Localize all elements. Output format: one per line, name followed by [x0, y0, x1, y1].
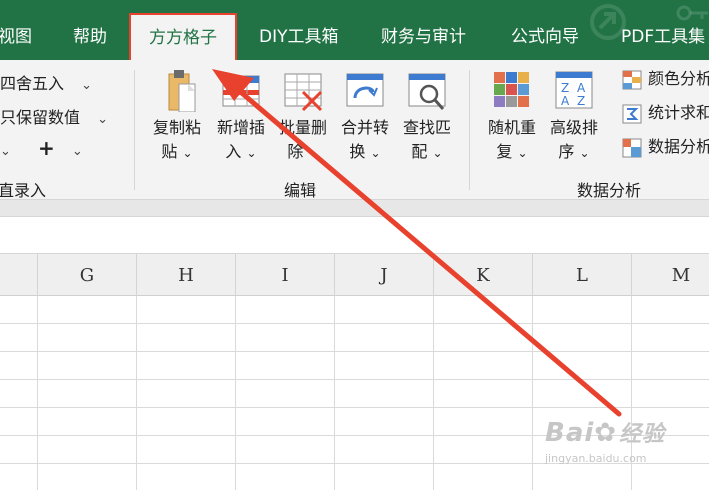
- chevron-down-icon: ⌄: [71, 144, 83, 159]
- watermark-url: jingyan.baidu.com: [545, 452, 647, 465]
- column-header-l[interactable]: L: [533, 254, 632, 296]
- group-separator: [134, 70, 135, 190]
- advanced-sort-button[interactable]: Z A A Z 高级排 序 ⌄: [543, 68, 605, 165]
- data-analysis-label: 数据分析: [648, 137, 709, 156]
- group-separator: [469, 70, 470, 190]
- group-label-data-analysis: 数据分析: [577, 181, 642, 200]
- tab-finance-audit[interactable]: 财务与审计: [381, 0, 466, 60]
- advanced-sort-label-1: 高级排: [549, 118, 598, 137]
- insert-symbol-menu[interactable]: ⌄ + ⌄: [0, 136, 83, 160]
- baidu-watermark: Bai✿经验 jingyan.baidu.com: [545, 416, 665, 465]
- chevron-down-icon: ⌄: [308, 146, 319, 160]
- advanced-sort-label-2: 序: [558, 142, 575, 161]
- watermark-logo-icon: [590, 4, 626, 40]
- ribbon-bottom-band: [0, 200, 709, 217]
- merge-convert-label-1: 合并转: [340, 118, 389, 137]
- stat-sum-icon: [622, 104, 642, 123]
- color-table-icon: [622, 70, 642, 89]
- svg-text:Z: Z: [561, 81, 569, 95]
- random-repeat-button[interactable]: 随机重 复 ⌄: [481, 68, 543, 165]
- column-header-h[interactable]: H: [137, 254, 236, 296]
- tab-formula-wizard[interactable]: 公式向导: [511, 0, 579, 60]
- chevron-down-icon: ⌄: [81, 78, 93, 93]
- chevron-down-icon: ⌄: [0, 144, 11, 159]
- ribbon-panel: 四舍五入 ⌄ 只保留数值 ⌄ ⌄ + ⌄ 直录入 复制粘 贴 ⌄ 新增插 入 ⌄: [0, 60, 709, 200]
- merge-convert-button[interactable]: 合并转 换 ⌄: [334, 68, 396, 165]
- svg-text:Z: Z: [577, 94, 585, 108]
- clipboard-icon: [168, 70, 196, 113]
- watermark-brand: Bai: [545, 418, 595, 448]
- chevron-down-icon: ⌄: [517, 146, 528, 160]
- color-analysis-label: 颜色分析: [648, 69, 709, 88]
- keep-value-menu-item[interactable]: 只保留数值 ⌄: [0, 104, 108, 128]
- watermark-brand2: 经验: [619, 422, 666, 447]
- chevron-down-icon: ⌄: [370, 146, 381, 160]
- random-grid-icon: [494, 72, 529, 107]
- random-repeat-label-2: 复: [496, 142, 513, 161]
- column-header-row: G H I J K L M: [0, 254, 709, 296]
- data-analysis-icon: [622, 138, 642, 157]
- color-analysis-item[interactable]: 颜色分析: [622, 66, 709, 92]
- round-menu-item[interactable]: 四舍五入 ⌄: [0, 70, 92, 94]
- chevron-down-icon: ⌄: [579, 146, 590, 160]
- column-header-m[interactable]: M: [632, 254, 709, 296]
- column-header-f[interactable]: [0, 254, 38, 296]
- tab-diy-toolbox[interactable]: DIY工具箱: [259, 0, 339, 60]
- column-header-j[interactable]: J: [335, 254, 434, 296]
- data-analysis-item[interactable]: 数据分析: [622, 134, 709, 160]
- insert-new-button[interactable]: 新增插 入 ⌄: [210, 68, 272, 165]
- insert-new-label-2: 入: [225, 142, 242, 161]
- random-repeat-label-1: 随机重: [487, 118, 536, 137]
- copy-paste-label-1: 复制粘: [152, 118, 201, 137]
- convert-icon: [346, 73, 384, 107]
- batch-delete-label-2: 除: [287, 142, 304, 161]
- tab-help[interactable]: 帮助: [73, 0, 107, 60]
- tab-view[interactable]: 视图: [0, 0, 32, 60]
- key-icon: [676, 5, 708, 21]
- chevron-down-icon: ⌄: [182, 146, 193, 160]
- delete-table-icon: [284, 73, 323, 112]
- magnifier-icon: [408, 73, 446, 110]
- paw-icon: ✿: [594, 418, 618, 448]
- batch-delete-label-1: 批量删: [278, 118, 327, 137]
- keep-value-label: 只保留数值: [0, 108, 81, 127]
- chevron-down-icon: ⌄: [432, 146, 443, 160]
- svg-text:A: A: [577, 81, 586, 95]
- insert-new-label-1: 新增插: [216, 118, 265, 137]
- svg-text:A: A: [561, 94, 570, 108]
- find-match-label-1: 查找匹: [402, 118, 451, 137]
- group-label-direct-input: 直录入: [0, 181, 47, 200]
- round-label: 四舍五入: [0, 74, 65, 93]
- plus-icon: +: [38, 136, 55, 160]
- formula-bar[interactable]: [0, 217, 709, 254]
- stat-sum-label: 统计求和: [648, 103, 709, 122]
- find-match-button[interactable]: 查找匹 配 ⌄: [396, 68, 458, 165]
- chevron-down-icon: ⌄: [97, 112, 109, 127]
- column-header-g[interactable]: G: [38, 254, 137, 296]
- column-header-k[interactable]: K: [434, 254, 533, 296]
- batch-delete-button[interactable]: 批量删 除 ⌄: [272, 68, 334, 165]
- chevron-down-icon: ⌄: [246, 146, 257, 160]
- merge-convert-label-2: 换: [349, 142, 366, 161]
- find-match-label-2: 配: [411, 142, 428, 161]
- insert-table-icon: [222, 75, 260, 107]
- ribbon-tab-bar: 视图 帮助 方方格子 DIY工具箱 财务与审计 公式向导 PDF工具集: [0, 0, 709, 60]
- sort-az-icon: Z A A Z: [555, 71, 593, 109]
- copy-paste-button[interactable]: 复制粘 贴 ⌄: [146, 68, 208, 165]
- group-label-edit: 编辑: [284, 181, 317, 200]
- stat-sum-item[interactable]: 统计求和: [622, 100, 709, 126]
- column-header-i[interactable]: I: [236, 254, 335, 296]
- copy-paste-label-2: 贴: [161, 142, 178, 161]
- tab-fangfangezi[interactable]: 方方格子: [129, 13, 237, 60]
